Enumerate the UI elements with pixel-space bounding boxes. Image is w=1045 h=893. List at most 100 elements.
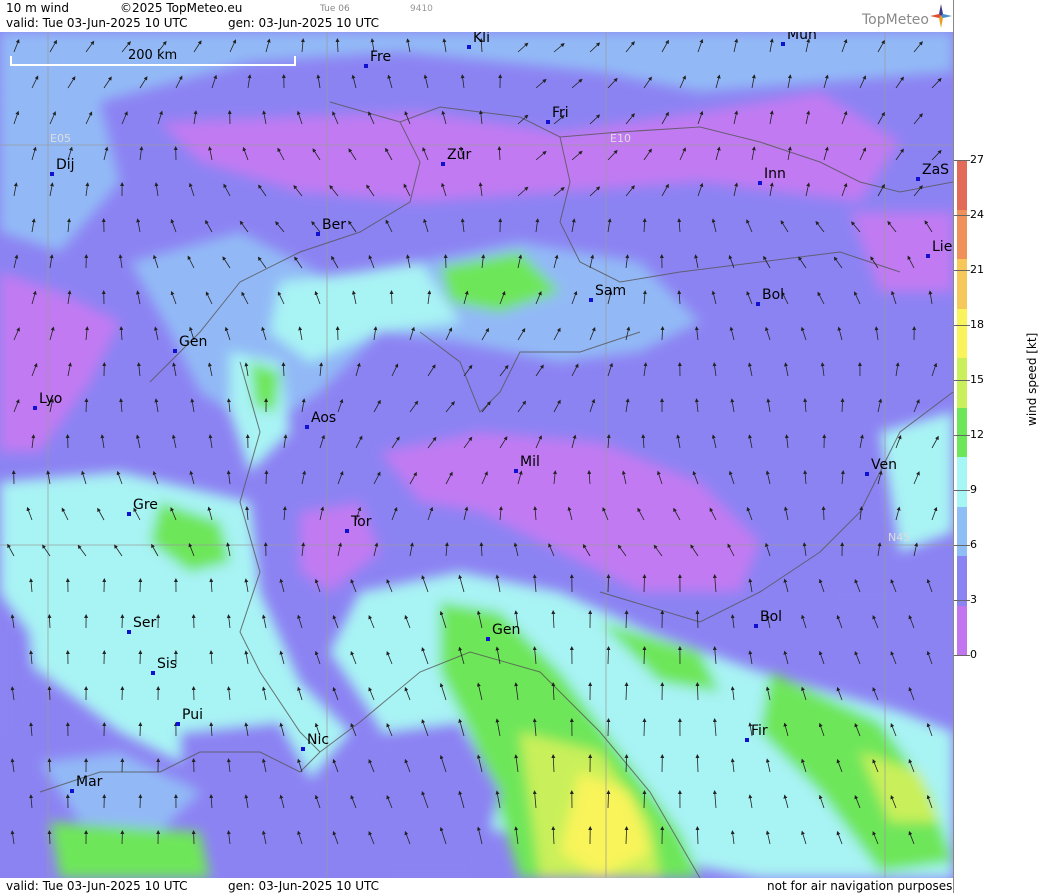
wind-arrow	[625, 185, 635, 197]
wind-arrow	[607, 77, 618, 89]
wind-arrow	[460, 74, 465, 89]
wind-arrow	[10, 830, 15, 845]
wind-arrow	[189, 470, 195, 485]
colorbar-segment	[957, 308, 967, 358]
wind-arrow	[642, 718, 647, 737]
wind-arrow	[908, 686, 915, 701]
wind-arrow	[748, 578, 753, 593]
wind-arrow	[642, 574, 647, 593]
wind-arrow	[29, 794, 34, 809]
brand-logo[interactable]: TopMeteo	[862, 12, 929, 28]
colorbar-tick-label: 24	[970, 208, 984, 221]
wind-arrow	[712, 362, 717, 377]
wind-arrow	[423, 74, 429, 89]
wind-arrow	[481, 401, 491, 413]
wind-arrow	[373, 471, 381, 485]
valid-time: valid: Tue 03-Jun-2025 10 UTC	[6, 16, 188, 30]
wind-arrow	[877, 111, 885, 125]
wind-arrow	[479, 542, 484, 557]
wind-arrow	[840, 398, 845, 413]
colorbar-tick-label: 12	[970, 428, 984, 441]
wind-arrow	[783, 578, 789, 593]
wind-arrow	[409, 400, 419, 413]
colorbar-tick-mark	[954, 435, 970, 436]
wind-arrow	[763, 255, 771, 269]
wind-arrow	[337, 398, 344, 413]
wind-arrow	[153, 326, 159, 341]
wind-arrow	[171, 434, 177, 449]
colorbar-segment	[957, 259, 967, 309]
wind-arrow	[190, 398, 195, 413]
wind-arrow	[783, 650, 789, 665]
wind-arrow	[730, 614, 735, 629]
wind-arrow	[800, 326, 807, 341]
wind-arrow	[118, 254, 123, 269]
wind-arrow	[332, 830, 339, 845]
wind-arrow	[297, 830, 303, 845]
wind-arrow	[258, 184, 267, 197]
colorbar	[957, 160, 967, 655]
colorbar-segment	[957, 160, 967, 210]
wind-arrow	[513, 542, 519, 557]
colorbar-segment	[957, 358, 967, 408]
wind-arrow	[463, 364, 473, 377]
wind-arrow	[301, 470, 307, 485]
wind-arrow	[279, 578, 285, 593]
wind-arrow	[711, 434, 717, 449]
wind-arrow	[385, 219, 393, 233]
wind-arrow	[136, 218, 141, 233]
wind-arrow	[387, 74, 393, 89]
wind-arrow	[783, 506, 789, 521]
colorbar-tick-label: 15	[970, 373, 984, 386]
wind-arrow	[765, 326, 771, 341]
wind-arrow	[854, 578, 861, 593]
wind-arrow	[553, 399, 561, 413]
wind-arrow	[331, 255, 339, 269]
wind-arrow	[119, 398, 124, 413]
wind-arrow	[895, 362, 900, 377]
wind-arrow	[606, 790, 611, 809]
disclaimer: not for air navigation purposes	[767, 879, 953, 893]
colorbar-tick-label: 6	[970, 538, 977, 551]
wind-arrow	[747, 362, 753, 377]
wind-arrow	[391, 436, 400, 449]
colorbar-tick-label: 3	[970, 593, 977, 606]
wind-arrow	[607, 218, 612, 233]
wind-arrow	[606, 574, 611, 593]
wind-arrow	[463, 506, 469, 521]
wind-arrow	[895, 76, 904, 89]
colorbar-segment	[957, 605, 967, 655]
wind-arrow	[798, 256, 807, 269]
wind-arrow	[226, 830, 231, 845]
grid-label-n45: N45	[888, 531, 911, 544]
compass-star-icon	[930, 4, 952, 28]
wind-arrow	[355, 362, 361, 377]
colorbar-tick-mark	[954, 490, 970, 491]
wind-arrow	[765, 542, 771, 557]
wind-arrow	[332, 758, 339, 773]
wind-arrow	[711, 218, 717, 233]
wind-arrow	[373, 399, 381, 413]
wind-arrow	[316, 74, 321, 89]
wind-arrow	[275, 221, 285, 233]
wind-arrow	[136, 290, 141, 305]
wind-arrow	[348, 220, 357, 233]
wind-arrow	[121, 111, 128, 125]
wind-arrow	[332, 614, 339, 629]
wind-arrow	[208, 434, 213, 449]
wind-arrow	[188, 182, 195, 197]
wind-map[interactable]: E05 E10 N45 200 km Fre Kli Mün Fri Dij Z…	[0, 32, 953, 878]
grid-label-e05: E05	[50, 132, 71, 145]
wind-arrow	[803, 398, 808, 413]
wind-arrow	[784, 362, 789, 377]
wind-arrow	[589, 114, 601, 125]
wind-arrow	[730, 398, 735, 413]
wind-arrow	[205, 219, 213, 233]
wind-arrow	[444, 542, 449, 557]
wind-arrow	[676, 434, 681, 449]
scale-bar-label: 200 km	[128, 48, 178, 63]
wind-arrow	[172, 362, 177, 377]
wind-arrow	[711, 290, 717, 305]
wind-arrow	[913, 113, 923, 125]
wind-arrow	[119, 326, 124, 341]
